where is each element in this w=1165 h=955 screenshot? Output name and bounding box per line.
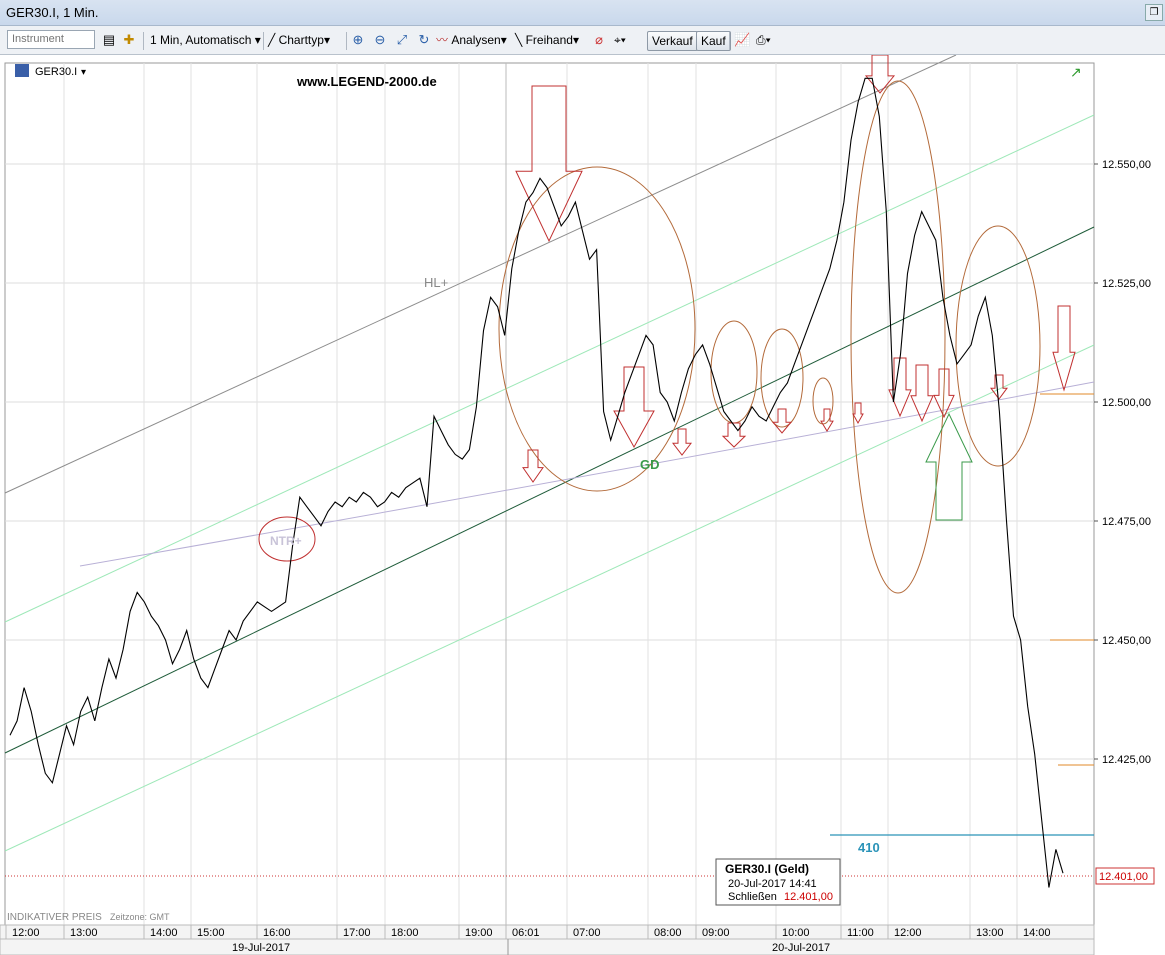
interval-dropdown[interactable]: 1 Min, Automatisch ▾ [150, 31, 261, 49]
x-tick-label: 06:01 [512, 927, 540, 939]
upper-trend-line [4, 55, 957, 494]
add-indicator-icon[interactable]: ✚ [121, 31, 137, 49]
freehand-label: Freihand [525, 33, 573, 47]
up-arrow-icon [925, 412, 973, 521]
tooltip-close-label: Schließen [728, 891, 777, 903]
x-tick-label: 10:00 [782, 927, 810, 939]
x-tick-label: 13:00 [70, 927, 98, 939]
title-bar: GER30.I, 1 Min. ❐ [0, 0, 1165, 26]
y-tick-label: 12.500,00 [1102, 397, 1151, 409]
chart-settings-icon[interactable]: 📈 [734, 31, 750, 49]
buy-button[interactable]: Kauf [696, 31, 731, 51]
chevron-down-icon: ▾ [765, 33, 771, 47]
y-tick-label: 12.425,00 [1102, 754, 1151, 766]
gd-trend-line [4, 226, 1095, 754]
interval-label: 1 Min, Automatisch [150, 33, 252, 47]
sell-button[interactable]: Verkauf [647, 31, 698, 51]
eraser-icon[interactable]: ⌀ [591, 31, 607, 49]
gd-label: GD [640, 457, 660, 472]
zoom-in-icon[interactable]: ⊕ [350, 31, 366, 49]
x-tick-label: 18:00 [391, 927, 419, 939]
crosshair-icon: ⌖ [614, 33, 621, 47]
restore-icon[interactable]: ❐ [1145, 4, 1163, 21]
down-arrow-icon [522, 449, 544, 483]
ntr-label: NTR+ [270, 534, 302, 548]
points-label: 410 [858, 840, 880, 855]
freehand-dropdown[interactable]: ╲ Freihand▾ [515, 31, 579, 49]
chevron-down-icon: ▾ [620, 33, 626, 47]
instrument-list-icon[interactable]: ▤ [101, 31, 117, 49]
tooltip-datetime: 20-Jul-2017 14:41 [728, 878, 817, 890]
window-title: GER30.I, 1 Min. [6, 5, 99, 20]
down-arrow-icon [1052, 305, 1076, 392]
crosshair-dropdown[interactable]: ⌖▾ [614, 31, 626, 49]
x-tick-label: 19:00 [465, 927, 493, 939]
hl-label: HL+ [424, 275, 448, 290]
zoom-fit-icon[interactable]: ⤢ [394, 31, 410, 49]
toolbar: ▤ ✚ 1 Min, Automatisch ▾ ╱ Charttyp▾ ⊕ ⊖… [0, 26, 1165, 55]
down-arrow-icon [864, 55, 896, 94]
x-tick-label: 17:00 [343, 927, 371, 939]
y-tick-label: 12.550,00 [1102, 159, 1151, 171]
print-dropdown[interactable]: ⎙▾ [756, 31, 771, 49]
highlight-ellipse [955, 225, 1041, 467]
down-arrow-icon [852, 402, 864, 425]
print-icon: ⎙ [756, 33, 766, 47]
channel-line-upper [4, 114, 1095, 623]
plot-frame [4, 62, 1095, 926]
timezone-label: Zeitzone: GMT [110, 912, 170, 922]
date-label: 19-Jul-2017 [232, 942, 290, 954]
highlight-ellipse [498, 166, 696, 492]
x-tick-label: 13:00 [976, 927, 1004, 939]
instrument-icon [15, 64, 29, 77]
refresh-icon[interactable]: ↻ [416, 31, 432, 49]
chevron-down-icon: ▾ [323, 33, 330, 47]
x-tick-label: 11:00 [847, 927, 874, 939]
last-price-label: 12.401,00 [1099, 871, 1148, 883]
line-chart-icon: ╱ [268, 33, 276, 47]
tooltip-close-value: 12.401,00 [784, 891, 833, 903]
x-tick-label: 16:00 [263, 927, 291, 939]
price-series-line [9, 77, 1064, 888]
analyses-dropdown[interactable]: 〰 Analysen▾ [436, 31, 507, 49]
x-tick-label: 09:00 [702, 927, 730, 939]
price-chart[interactable]: 12.550,00 12.525,00 12.500,00 12.475,00 12.4… [0, 55, 1165, 955]
analyses-label: Analysen [451, 33, 501, 47]
ntr-curve [79, 381, 1095, 567]
instrument-input[interactable] [7, 30, 95, 49]
chart-type-dropdown[interactable]: ╱ Charttyp▾ [268, 31, 330, 49]
down-arrow-icon [721, 422, 747, 448]
price-tooltip: GER30.I (Geld) 20-Jul-2017 14:41 Schließ… [715, 858, 841, 906]
chart-type-label: Charttyp [278, 33, 324, 47]
date-label: 20-Jul-2017 [772, 942, 830, 954]
down-arrow-icon [820, 408, 834, 432]
website-label: www.LEGEND-2000.de [296, 74, 437, 89]
x-tick-label: 12:00 [894, 927, 922, 939]
x-tick-label: 07:00 [573, 927, 601, 939]
zoom-out-icon[interactable]: ⊖ [372, 31, 388, 49]
tooltip-title: GER30.I (Geld) [725, 862, 809, 876]
channel-line-lower [4, 344, 1095, 852]
highlight-ellipse [850, 80, 946, 594]
x-tick-label: 15:00 [197, 927, 225, 939]
chevron-down-icon: ▾ [254, 33, 261, 47]
down-arrow-icon [671, 428, 693, 456]
chevron-down-icon[interactable]: ▾ [81, 67, 86, 78]
y-tick-label: 12.450,00 [1102, 635, 1151, 647]
y-tick-label: 12.475,00 [1102, 516, 1151, 528]
chevron-down-icon: ▾ [572, 33, 579, 47]
y-tick-label: 12.525,00 [1102, 278, 1151, 290]
highlight-ellipse [710, 320, 758, 424]
chevron-down-icon: ▾ [500, 33, 507, 47]
x-tick-label: 12:00 [12, 927, 40, 939]
x-tick-label: 14:00 [150, 927, 178, 939]
instrument-label[interactable]: GER30.I [35, 66, 77, 78]
x-tick-label: 14:00 [1023, 927, 1051, 939]
x-tick-label: 08:00 [654, 927, 682, 939]
analyses-icon: 〰 [436, 33, 449, 47]
pen-icon: ╲ [515, 33, 523, 47]
trend-arrow-icon: ↗ [1070, 64, 1082, 80]
indicative-price-label: INDIKATIVER PREIS [7, 912, 102, 923]
